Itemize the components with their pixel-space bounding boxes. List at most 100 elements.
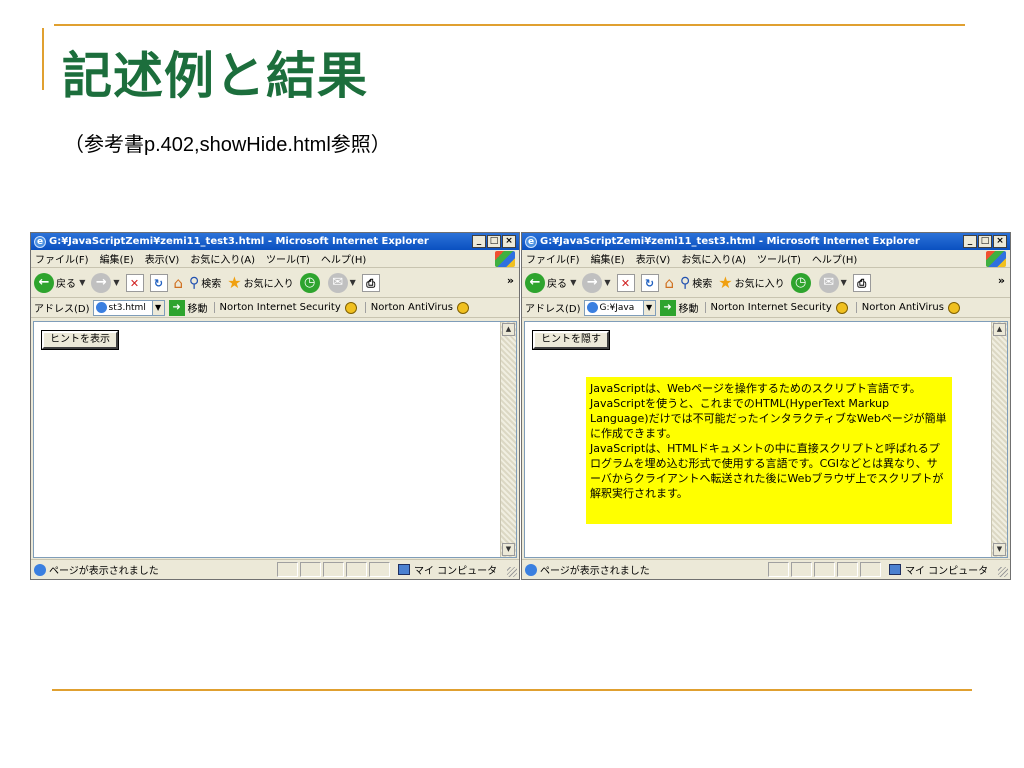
stop-button[interactable]: ✕ [616, 273, 635, 292]
go-button[interactable]: 移動 [188, 300, 208, 315]
ie-icon: e [525, 235, 537, 248]
print-button[interactable]: ⎙ [852, 273, 871, 292]
refresh-icon: ↻ [149, 273, 168, 292]
home-button[interactable]: ⌂ [665, 274, 675, 292]
title-bar[interactable]: e G:¥JavaScriptZemi¥zemi11_test3.html - … [522, 233, 1010, 250]
title-bar[interactable]: e G:¥JavaScriptZemi¥zemi11_test3.html - … [31, 233, 519, 250]
status-text: ページが表示されました [540, 566, 650, 577]
go-button[interactable]: 移動 [679, 300, 699, 315]
close-button[interactable]: × [502, 235, 516, 248]
menu-favorites[interactable]: お気に入り(A) [681, 251, 746, 266]
show-hint-button[interactable]: ヒントを表示 [41, 330, 119, 350]
resize-grip-icon[interactable] [507, 567, 517, 577]
minimize-button[interactable]: _ [472, 235, 486, 248]
print-icon: ⎙ [361, 273, 380, 292]
menu-edit[interactable]: 編集(E) [591, 251, 625, 266]
refresh-button[interactable]: ↻ [149, 273, 168, 292]
norton-security-icon[interactable] [835, 301, 848, 314]
star-icon: ★ [227, 273, 242, 292]
address-dropdown-icon[interactable]: ▼ [151, 300, 164, 315]
mail-button[interactable]: ✉ ▼ [818, 272, 847, 293]
maximize-button[interactable]: □ [978, 235, 992, 248]
go-arrow-icon[interactable]: ➜ [168, 299, 185, 316]
address-dropdown-icon[interactable]: ▼ [642, 300, 655, 315]
go-arrow-icon[interactable]: ➜ [659, 299, 676, 316]
maximize-button[interactable]: □ [487, 235, 501, 248]
stop-icon: ✕ [616, 273, 635, 292]
search-label: 検索 [692, 279, 713, 290]
page-content: ヒントを表示 ▲ ▼ [33, 321, 517, 558]
resize-grip-icon[interactable] [998, 567, 1008, 577]
menu-tools[interactable]: ツール(T) [266, 251, 310, 266]
page-done-icon [34, 563, 46, 576]
toolbar: ← 戻る ▼ → ▼ ✕ ↻ ⌂ ⚲ 検索 ★ お気に入り ◷ ✉ ▼ ⎙ » [31, 268, 519, 298]
menu-view[interactable]: 表示(V) [636, 251, 671, 266]
history-button[interactable]: ◷ [299, 272, 322, 293]
menu-file[interactable]: ファイル(F) [526, 251, 580, 266]
search-button[interactable]: ⚲ 検索 [680, 275, 712, 291]
print-button[interactable]: ⎙ [361, 273, 380, 292]
favorites-label: お気に入り [243, 279, 294, 290]
security-zone: マイ コンピュータ [398, 562, 497, 577]
page-icon [95, 302, 107, 313]
menu-help[interactable]: ヘルプ(H) [321, 251, 366, 266]
norton-antivirus-button[interactable]: Norton AntiVirus [855, 302, 944, 313]
search-button[interactable]: ⚲ 検索 [189, 275, 221, 291]
toolbar-more-icon[interactable]: » [998, 274, 1005, 287]
norton-security-icon[interactable] [344, 301, 357, 314]
vertical-scrollbar[interactable]: ▲ ▼ [991, 322, 1007, 557]
mail-icon: ✉ [818, 272, 839, 293]
mail-button[interactable]: ✉ ▼ [327, 272, 356, 293]
menu-view[interactable]: 表示(V) [145, 251, 180, 266]
browser-window-left: e G:¥JavaScriptZemi¥zemi11_test3.html - … [30, 232, 520, 580]
print-icon: ⎙ [852, 273, 871, 292]
back-button[interactable]: ← 戻る ▼ [34, 272, 85, 293]
slide-title: 記述例と結果 [62, 47, 368, 105]
norton-antivirus-icon[interactable] [456, 301, 469, 314]
status-bar: ページが表示されました マイ コンピュータ [522, 559, 1010, 579]
star-icon: ★ [718, 273, 733, 292]
close-button[interactable]: × [993, 235, 1007, 248]
favorites-button[interactable]: ★ お気に入り [718, 273, 784, 292]
home-icon: ⌂ [173, 273, 184, 292]
refresh-button[interactable]: ↻ [640, 273, 659, 292]
address-bar: アドレス(D) st3.html ▼ ➜ 移動 Norton Internet … [31, 298, 519, 318]
home-button[interactable]: ⌂ [174, 274, 184, 292]
status-pane [814, 562, 835, 577]
ie-icon: e [34, 235, 46, 248]
forward-button[interactable]: → ▼ [91, 272, 120, 293]
stop-button[interactable]: ✕ [125, 273, 144, 292]
menu-edit[interactable]: 編集(E) [100, 251, 134, 266]
scroll-down-icon[interactable]: ▼ [993, 543, 1006, 556]
vertical-scrollbar[interactable]: ▲ ▼ [500, 322, 516, 557]
address-input[interactable]: G:¥Java ▼ [583, 299, 656, 316]
norton-antivirus-icon[interactable] [947, 301, 960, 314]
stop-icon: ✕ [125, 273, 144, 292]
norton-security-button[interactable]: Norton Internet Security [213, 302, 341, 313]
menu-tools[interactable]: ツール(T) [757, 251, 801, 266]
norton-security-button[interactable]: Norton Internet Security [704, 302, 832, 313]
menu-file[interactable]: ファイル(F) [35, 251, 89, 266]
status-pane [837, 562, 858, 577]
window-title: G:¥JavaScriptZemi¥zemi11_test3.html - Mi… [540, 236, 920, 247]
status-pane [300, 562, 321, 577]
minimize-button[interactable]: _ [963, 235, 977, 248]
favorites-button[interactable]: ★ お気に入り [227, 273, 293, 292]
back-arrow-icon: ← [34, 272, 54, 293]
menu-help[interactable]: ヘルプ(H) [812, 251, 857, 266]
toolbar-more-icon[interactable]: » [507, 274, 514, 287]
scroll-up-icon[interactable]: ▲ [993, 323, 1006, 336]
chevron-down-icon: ▼ [840, 278, 847, 287]
scroll-up-icon[interactable]: ▲ [502, 323, 515, 336]
norton-antivirus-button[interactable]: Norton AntiVirus [364, 302, 453, 313]
hide-hint-button[interactable]: ヒントを隠す [532, 330, 610, 350]
back-button[interactable]: ← 戻る ▼ [525, 272, 576, 293]
address-input[interactable]: st3.html ▼ [92, 299, 165, 316]
forward-button[interactable]: → ▼ [582, 272, 611, 293]
windows-logo-icon [495, 251, 515, 267]
top-rule [54, 24, 965, 26]
zone-text: マイ コンピュータ [905, 566, 989, 577]
menu-favorites[interactable]: お気に入り(A) [190, 251, 255, 266]
history-button[interactable]: ◷ [790, 272, 813, 293]
scroll-down-icon[interactable]: ▼ [502, 543, 515, 556]
